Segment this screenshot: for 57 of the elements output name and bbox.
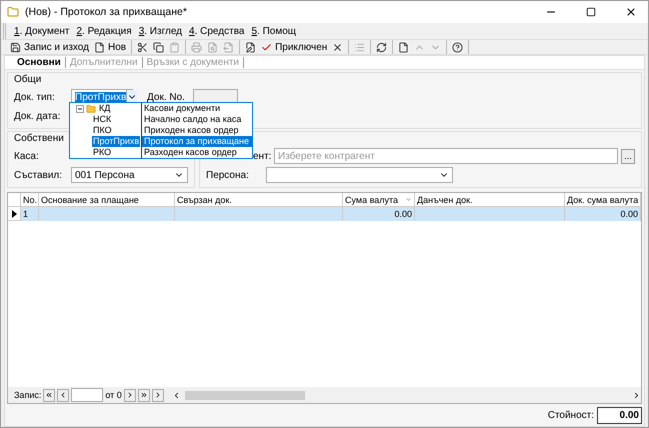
table-cell: 0.00 [565, 207, 641, 221]
field-label: Док. No. [147, 92, 186, 102]
author-combo[interactable]: 001 Персона [71, 167, 188, 183]
browse-button[interactable]: ... [621, 148, 635, 164]
field-label: Док. тип: [14, 92, 56, 102]
menu-item[interactable]: 4. Средства [189, 26, 244, 36]
document-icon [94, 42, 105, 52]
scroll-right-icon [632, 390, 641, 400]
previous-button[interactable] [57, 388, 70, 402]
group-title: Общи [14, 74, 42, 86]
folder-icon [86, 104, 96, 114]
first-button[interactable] [43, 388, 56, 402]
column-header[interactable]: Сума валута [343, 193, 415, 207]
copy-icon[interactable] [151, 40, 166, 54]
window-title: (Нов) - Протокол за прихващане* [25, 6, 188, 18]
menu-item[interactable]: 2. Редакция [76, 26, 132, 36]
field-label: ент: [253, 150, 272, 162]
last-icon [140, 391, 148, 399]
record-field[interactable] [71, 388, 104, 402]
save-icon [10, 42, 21, 52]
record-count: от 0 [105, 390, 122, 400]
menu-item[interactable]: 1. Документ [14, 26, 70, 36]
checkmark-icon [261, 42, 272, 52]
counterparty-field[interactable]: Изберете контрагент [274, 148, 618, 164]
column-header[interactable]: Свързан док. [175, 193, 343, 207]
close-icon [625, 6, 637, 18]
column-header[interactable]: Данъчен док. [415, 193, 565, 207]
person-combo[interactable] [266, 167, 453, 183]
column-header[interactable]: No. [21, 193, 39, 207]
field-label: Персона: [206, 170, 250, 180]
field-label: Каса: [14, 150, 40, 162]
tab[interactable]: Основни [13, 57, 66, 68]
tree-item[interactable]: КД Касови документи [70, 103, 252, 114]
help-icon[interactable] [450, 40, 466, 54]
maximize-icon [586, 7, 596, 17]
toolbar-button[interactable]: Приключен [259, 40, 330, 54]
table-cell: 0.00 [343, 207, 415, 221]
table-cell: 1 [21, 207, 39, 221]
menu-item[interactable]: 3. Изглед [138, 26, 182, 36]
menu-item[interactable]: 5. Помощ [251, 26, 296, 36]
tree-item[interactable]: РКО Разходен касов ордер [70, 147, 252, 158]
app-icon [7, 6, 19, 18]
column-header[interactable]: Основание за плащане [39, 193, 175, 207]
new-record-button[interactable] [152, 388, 164, 402]
last-button[interactable] [138, 388, 150, 402]
field-label: Док. дата: [14, 110, 62, 122]
navigator-label: Запис: [14, 390, 42, 400]
tree-item[interactable]: НСК Начално салдо на каса [70, 114, 252, 125]
toolbar-button[interactable]: Нов [92, 40, 128, 54]
field-label: Съставил: [14, 170, 64, 180]
next-button[interactable] [124, 388, 136, 402]
group-title: Собствени [14, 133, 64, 145]
column-header[interactable]: Док. сума валута [565, 193, 641, 207]
total-field: 0.00 [597, 406, 642, 424]
first-icon [45, 391, 54, 399]
total-label: Стойност: [548, 410, 594, 420]
toolbar-button[interactable]: Запис и изход [8, 40, 91, 54]
